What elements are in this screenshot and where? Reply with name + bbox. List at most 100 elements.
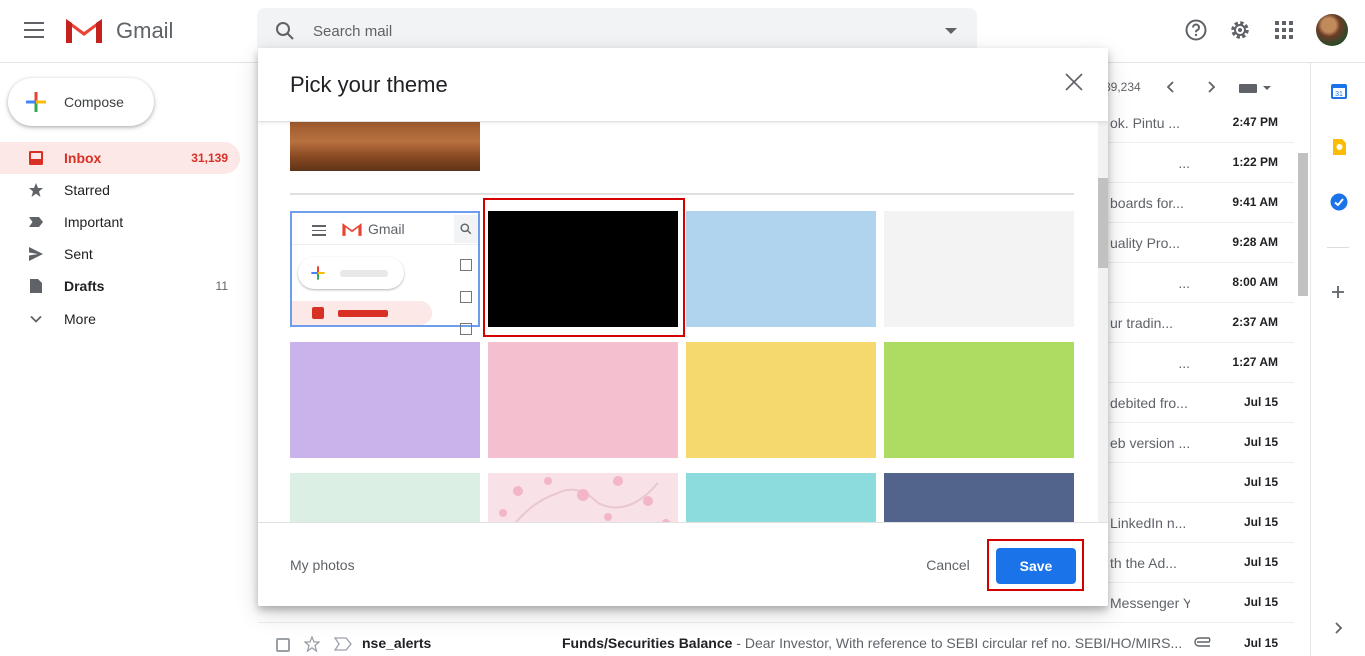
- preview-search-icon: [460, 223, 472, 235]
- gallery-scrollbar-thumb[interactable]: [1098, 178, 1108, 268]
- nav-item-more[interactable]: More: [0, 303, 240, 335]
- preview-menu-icon: [312, 225, 326, 236]
- preview-plus-icon: [311, 266, 325, 280]
- row-date: Jul 15: [1243, 636, 1278, 650]
- row-snippet: uality Pro...: [1110, 235, 1181, 251]
- add-addon-plus-icon[interactable]: [1331, 285, 1345, 299]
- help-icon[interactable]: [1184, 18, 1208, 42]
- theme-lavender[interactable]: [290, 342, 480, 458]
- input-tools-keyboard-icon[interactable]: [1238, 81, 1274, 95]
- theme-default-preview[interactable]: Gmail: [290, 211, 480, 335]
- dialog-title: Pick your theme: [290, 72, 448, 97]
- row-date: 2:37 AM: [1232, 315, 1278, 329]
- theme-gallery: Gmail: [258, 122, 1108, 522]
- search-input[interactable]: Search mail: [313, 23, 392, 40]
- theme-cherry-blossom[interactable]: [488, 473, 678, 522]
- my-photos-button[interactable]: My photos: [290, 557, 355, 573]
- row-snippet: ...: [1178, 155, 1190, 171]
- nav-label-drafts: Drafts: [64, 278, 105, 294]
- star-outline-icon[interactable]: [304, 636, 320, 652]
- row-date: 1:22 PM: [1232, 155, 1278, 169]
- gmail-logo[interactable]: [64, 15, 104, 45]
- theme-mint[interactable]: [290, 473, 480, 522]
- row-snippet: ok. Pintu ...: [1110, 115, 1181, 131]
- theme-green[interactable]: [884, 342, 1074, 458]
- row-date: Jul 15: [1243, 435, 1278, 449]
- row-snippet: boards for...: [1110, 195, 1184, 211]
- preview-inbox: [292, 301, 432, 325]
- theme-pink[interactable]: [488, 342, 678, 458]
- row-date: 1:27 AM: [1232, 355, 1278, 369]
- row-date: Jul 15: [1243, 475, 1278, 489]
- nav-item-sent[interactable]: Sent: [0, 238, 240, 270]
- nav-label-starred: Starred: [64, 182, 110, 198]
- account-avatar[interactable]: [1316, 14, 1348, 46]
- row-date: Jul 15: [1243, 595, 1278, 609]
- row-sender: nse_alerts: [362, 635, 432, 651]
- draft-icon: [30, 279, 42, 293]
- settings-gear-icon[interactable]: [1228, 18, 1252, 42]
- theme-yellow[interactable]: [686, 342, 876, 458]
- side-panel: 31: [1310, 63, 1365, 656]
- row-date: 9:41 AM: [1232, 195, 1278, 209]
- keep-icon[interactable]: [1331, 138, 1347, 156]
- cancel-button[interactable]: Cancel: [910, 547, 986, 583]
- send-icon: [29, 247, 43, 261]
- preview-checkbox: [460, 259, 472, 271]
- search-icon[interactable]: [275, 21, 295, 41]
- calendar-icon[interactable]: 31: [1330, 82, 1348, 100]
- preview-header: Gmail: [292, 213, 478, 245]
- show-side-panel-chevron-icon[interactable]: [1331, 621, 1345, 635]
- row-date: Jul 15: [1243, 515, 1278, 529]
- row-snippet: - Dear Investor, With reference to SEBI …: [732, 635, 1182, 651]
- compose-button[interactable]: Compose: [8, 78, 154, 126]
- row-snippet: LinkedIn n...: [1110, 515, 1187, 531]
- close-icon[interactable]: [1064, 72, 1084, 92]
- preview-compose-bar: [340, 270, 388, 277]
- theme-teal[interactable]: [686, 473, 876, 522]
- nav-count-drafts: 11: [215, 279, 228, 293]
- important-marker-icon[interactable]: [334, 637, 352, 651]
- attachment-paperclip-icon: [1194, 637, 1211, 647]
- row-date: 9:28 AM: [1232, 235, 1278, 249]
- chevron-down-icon: [30, 315, 42, 323]
- nav-count-inbox: 31,139: [191, 151, 228, 165]
- table-row[interactable]: nse_alerts Funds/Securities Balance - De…: [258, 624, 1294, 656]
- nav-label-inbox: Inbox: [64, 150, 102, 166]
- row-date: Jul 15: [1243, 395, 1278, 409]
- inbox-icon: [29, 151, 43, 165]
- newer-page-chevron-right-icon[interactable]: [1204, 80, 1218, 94]
- theme-slate-blue[interactable]: [884, 473, 1074, 522]
- row-snippet: eb version ...: [1110, 435, 1190, 451]
- dialog-footer: My photos Cancel Save: [258, 522, 1108, 606]
- row-snippet: ...: [1178, 355, 1190, 371]
- nav-item-inbox[interactable]: Inbox 31,139: [0, 142, 240, 174]
- row-checkbox[interactable]: [276, 638, 290, 652]
- inbox-scrollbar[interactable]: [1298, 153, 1308, 296]
- cherry-blossom-pattern: [499, 476, 670, 522]
- nav-item-drafts[interactable]: Drafts 11: [0, 270, 240, 302]
- row-snippet: th the Ad...: [1110, 555, 1177, 571]
- nav-item-important[interactable]: Important: [0, 206, 240, 238]
- older-page-chevron-left-icon[interactable]: [1164, 80, 1178, 94]
- theme-black[interactable]: [488, 211, 678, 327]
- tasks-icon[interactable]: [1330, 193, 1348, 211]
- theme-canyon[interactable]: [290, 122, 480, 171]
- theme-light-gray[interactable]: [884, 211, 1074, 327]
- svg-text:31: 31: [1335, 91, 1343, 98]
- nav-label-more: More: [64, 311, 96, 327]
- side-panel-divider: [1327, 247, 1349, 248]
- search-options-icon[interactable]: [945, 28, 957, 34]
- preview-checkbox: [460, 291, 472, 303]
- theme-divider: [290, 193, 1074, 195]
- preview-gmail-label: Gmail: [368, 221, 405, 237]
- theme-light-blue[interactable]: [686, 211, 876, 327]
- preview-search: [454, 215, 478, 243]
- dialog-header: Pick your theme: [258, 48, 1108, 122]
- main-menu-icon[interactable]: [24, 22, 44, 38]
- row-date: 8:00 AM: [1232, 275, 1278, 289]
- nav-item-starred[interactable]: Starred: [0, 174, 240, 206]
- save-button[interactable]: Save: [996, 548, 1076, 584]
- pagination-count: 89,234: [1104, 80, 1141, 94]
- apps-grid-icon[interactable]: [1272, 18, 1296, 42]
